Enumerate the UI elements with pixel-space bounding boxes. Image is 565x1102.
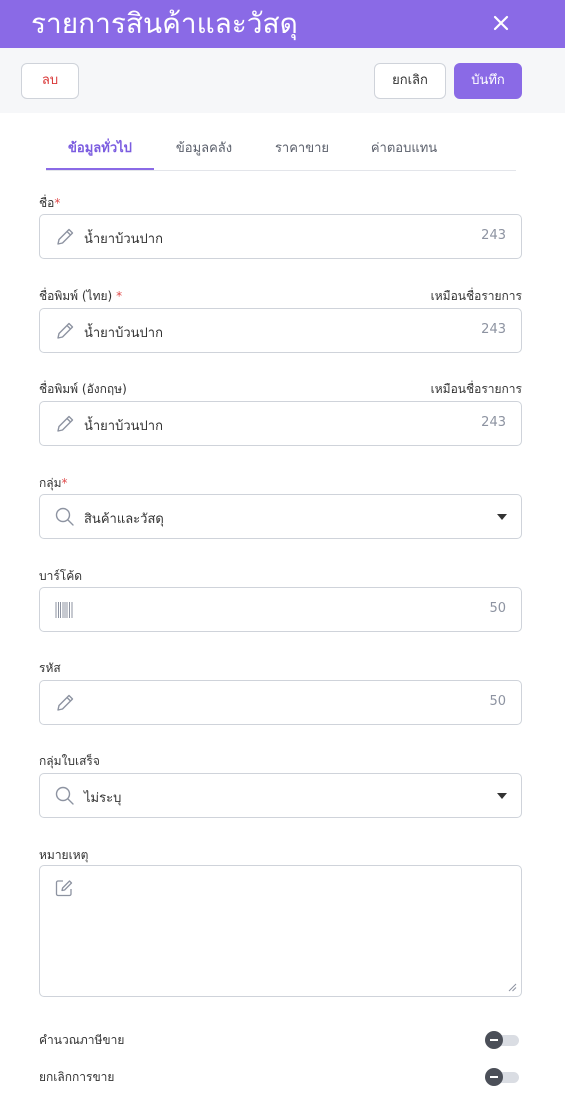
receipt-group-select[interactable]: ไม่ระบุ (39, 773, 522, 818)
print-name-th-field[interactable]: น้ำยาบ้วนปาก 243 (39, 308, 522, 353)
delete-button[interactable]: ลบ (21, 63, 79, 99)
barcode-label: บาร์โค้ด (39, 569, 83, 583)
barcode-field[interactable]: 50 (39, 587, 522, 632)
tab-compensation[interactable]: ค่าตอบแทน (356, 130, 452, 170)
page-title: รายการสินค้าและวัสดุ (31, 7, 298, 40)
code-field[interactable]: 50 (39, 680, 522, 725)
cancel-button[interactable]: ยกเลิก (374, 63, 446, 99)
save-button[interactable]: บันทึก (454, 63, 522, 99)
pencil-icon (57, 694, 74, 711)
sales-tax-toggle[interactable] (485, 1031, 519, 1049)
cancel-sale-row: ยกเลิกการขาย (39, 1068, 522, 1088)
search-icon (55, 507, 74, 526)
print-name-th-label-text: ชื่อพิมพ์ (ไทย) (39, 289, 113, 303)
same-as-name-link-en[interactable]: เหมือนชื่อรายการ (431, 380, 522, 399)
required-marker: * (116, 289, 123, 303)
cancel-sale-toggle[interactable] (485, 1068, 519, 1086)
modal-header: รายการสินค้าและวัสดุ (0, 0, 565, 48)
close-icon[interactable] (487, 9, 515, 37)
pencil-icon (57, 322, 74, 339)
pencil-icon (57, 228, 74, 245)
same-as-name-link-th[interactable]: เหมือนชื่อรายการ (431, 287, 522, 306)
print-name-th-value: น้ำยาบ้วนปาก (84, 326, 163, 341)
group-label: กลุ่ม* (39, 474, 68, 493)
sales-tax-row: คำนวณภาษีขาย (39, 1031, 522, 1051)
cancel-sale-label: ยกเลิกการขาย (39, 1070, 115, 1084)
group-value: สินค้าและวัสดุ (84, 512, 164, 527)
print-name-en-label: ชื่อพิมพ์ (อังกฤษ) (39, 382, 127, 396)
print-name-en-field[interactable]: น้ำยาบ้วนปาก 243 (39, 401, 522, 446)
receipt-group-label: กลุ่มใบเสร็จ (39, 754, 100, 768)
name-field[interactable]: น้ำยาบ้วนปาก 243 (39, 214, 522, 259)
note-textarea[interactable] (39, 865, 522, 997)
barcode-icon (55, 602, 73, 618)
code-label: รหัส (39, 661, 61, 675)
sales-tax-label: คำนวณภาษีขาย (39, 1033, 125, 1047)
name-label-text: ชื่อ (39, 196, 55, 210)
tab-general-info[interactable]: ข้อมูลทั่วไป (46, 130, 154, 170)
print-name-en-value: น้ำยาบ้วนปาก (84, 419, 163, 434)
caret-down-icon[interactable] (497, 514, 507, 520)
print-name-en-char-count: 243 (481, 415, 506, 430)
required-marker: * (61, 476, 68, 490)
toggle-knob (485, 1031, 503, 1049)
tab-inventory-info[interactable]: ข้อมูลคลัง (162, 130, 246, 170)
resize-grip-icon[interactable] (507, 982, 517, 992)
name-label: ชื่อ* (39, 194, 60, 213)
print-name-th-label: ชื่อพิมพ์ (ไทย) * (39, 287, 122, 306)
edit-icon (55, 880, 73, 897)
code-char-count: 50 (489, 694, 506, 709)
group-select[interactable]: สินค้าและวัสดุ (39, 494, 522, 539)
name-char-count: 243 (481, 228, 506, 243)
receipt-group-value: ไม่ระบุ (84, 791, 122, 806)
toggle-knob (485, 1068, 503, 1086)
name-value: น้ำยาบ้วนปาก (84, 232, 163, 247)
required-marker: * (54, 196, 61, 210)
pencil-icon (57, 415, 74, 432)
print-name-th-char-count: 243 (481, 322, 506, 337)
group-label-text: กลุ่ม (39, 476, 62, 490)
action-toolbar: ลบ ยกเลิก บันทึก (0, 48, 565, 113)
barcode-char-count: 50 (489, 601, 506, 616)
tab-selling-price[interactable]: ราคาขาย (264, 130, 340, 170)
tab-bar: ข้อมูลทั่วไป ข้อมูลคลัง ราคาขาย ค่าตอบแท… (46, 130, 516, 171)
note-label: หมายเหตุ (39, 848, 89, 862)
search-icon (55, 786, 74, 805)
caret-down-icon[interactable] (497, 793, 507, 799)
